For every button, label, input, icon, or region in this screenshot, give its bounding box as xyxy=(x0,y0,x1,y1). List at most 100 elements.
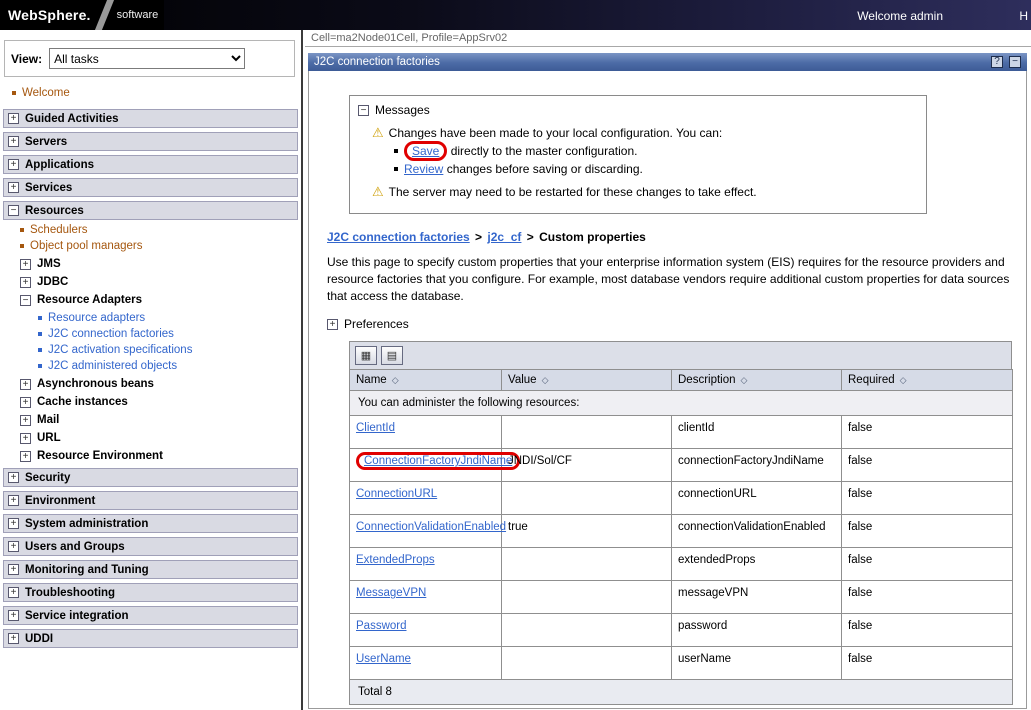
column-header-required[interactable]: Required ◇ xyxy=(842,370,1013,391)
logo-slash-icon xyxy=(94,0,115,32)
column-header-name[interactable]: Name◇ xyxy=(350,370,502,391)
expand-icon[interactable]: + xyxy=(8,113,19,124)
sidebar-section-monitoring-and-tuning[interactable]: + Monitoring and Tuning xyxy=(3,560,298,579)
scroll-table-button[interactable]: ▦ xyxy=(355,346,377,365)
expand-icon[interactable]: + xyxy=(8,587,19,598)
collapse-icon[interactable]: − xyxy=(8,205,19,216)
sidebar-link-j2c-administered-objects[interactable]: J2C administered objects xyxy=(48,360,177,372)
table-toolbar: ▦ ▤ xyxy=(349,341,1012,369)
property-link-connectionvalidationenabled[interactable]: ConnectionValidationEnabled xyxy=(356,521,506,533)
cell-required: false xyxy=(842,647,1013,680)
sidebar-section-applications[interactable]: + Applications xyxy=(3,155,298,174)
property-link-connectionfactoryjndiname[interactable]: ConnectionFactoryJndiName xyxy=(364,455,512,467)
sidebar-item-welcome[interactable]: Welcome xyxy=(12,87,301,99)
sidebar-item-asynchronous-beans[interactable]: +Asynchronous beans xyxy=(20,378,301,390)
sort-icon[interactable]: ◇ xyxy=(900,375,907,385)
sidebar-section-uddi[interactable]: +UDDI xyxy=(3,629,298,648)
sidebar-link-j2c-activation-specifications[interactable]: J2C activation specifications xyxy=(48,344,192,356)
expand-icon[interactable]: + xyxy=(20,277,31,288)
sidebar-item-resource-adapters[interactable]: −Resource Adapters xyxy=(20,294,301,306)
sort-icon[interactable]: ◇ xyxy=(542,375,549,385)
expand-icon[interactable]: + xyxy=(20,379,31,390)
portlet-minimize-icon[interactable]: − xyxy=(1009,56,1021,68)
property-link-username[interactable]: UserName xyxy=(356,653,411,665)
collapse-icon[interactable]: − xyxy=(20,295,31,306)
collapse-icon[interactable]: − xyxy=(358,105,369,116)
column-header-value[interactable]: Value◇ xyxy=(502,370,672,391)
property-link-connectionurl[interactable]: ConnectionURL xyxy=(356,488,437,500)
view-label: View: xyxy=(11,52,42,66)
expand-icon[interactable]: + xyxy=(20,259,31,270)
save-link[interactable]: Save xyxy=(412,144,439,158)
property-link-clientid[interactable]: ClientId xyxy=(356,422,395,434)
expand-icon[interactable]: + xyxy=(8,518,19,529)
cell-value xyxy=(502,482,672,515)
sidebar-item-jdbc[interactable]: +JDBC xyxy=(20,276,301,288)
sidebar-section-troubleshooting[interactable]: +Troubleshooting xyxy=(3,583,298,602)
expand-icon[interactable]: + xyxy=(8,564,19,575)
expand-icon[interactable]: + xyxy=(8,159,19,170)
expand-icon[interactable]: + xyxy=(8,633,19,644)
expand-icon[interactable]: + xyxy=(8,182,19,193)
sort-icon[interactable]: ◇ xyxy=(741,375,748,385)
sidebar-section-guided-activities[interactable]: +Guided Activities xyxy=(3,109,298,128)
filter-table-button[interactable]: ▤ xyxy=(381,346,403,365)
property-link-password[interactable]: Password xyxy=(356,620,407,632)
sidebar-item-j2c-connection-factories[interactable]: J2C connection factories xyxy=(38,328,301,340)
expand-icon[interactable]: + xyxy=(20,397,31,408)
sidebar-section-resources[interactable]: −Resources xyxy=(3,201,298,220)
sidebar-item-jms[interactable]: +JMS xyxy=(20,258,301,270)
expand-icon[interactable]: + xyxy=(8,495,19,506)
context-bar: Cell=ma2Node01Cell, Profile=AppSrv02 xyxy=(305,30,1031,47)
sidebar-link-welcome[interactable]: Welcome xyxy=(22,87,70,99)
sidebar-section-label: Applications xyxy=(25,159,94,171)
expand-icon[interactable]: + xyxy=(20,415,31,426)
sidebar-section-servers[interactable]: +Servers xyxy=(3,132,298,151)
expand-icon[interactable]: + xyxy=(8,610,19,621)
sidebar-item-object-pool-managers[interactable]: Object pool managers xyxy=(20,240,301,252)
sidebar-item-label: URL xyxy=(37,432,61,444)
expand-icon[interactable]: + xyxy=(327,319,338,330)
sidebar-link-schedulers[interactable]: Schedulers xyxy=(30,224,88,236)
sidebar-item-schedulers[interactable]: Schedulers xyxy=(20,224,301,236)
sidebar-section-label: System administration xyxy=(25,518,148,530)
breadcrumb-link-j2c-cf[interactable]: j2c_cf xyxy=(487,230,521,244)
sidebar-item-resource-environment[interactable]: +Resource Environment xyxy=(20,450,301,462)
sidebar-item-url[interactable]: + URL xyxy=(20,432,301,444)
property-link-extendedprops[interactable]: ExtendedProps xyxy=(356,554,435,566)
sidebar-item-mail[interactable]: +Mail xyxy=(20,414,301,426)
expand-icon[interactable]: + xyxy=(8,541,19,552)
table-total: Total 8 xyxy=(350,680,1013,705)
sidebar-section-service-integration[interactable]: +Service integration xyxy=(3,606,298,625)
sidebar-link-resource-adapters[interactable]: Resource adapters xyxy=(48,312,145,324)
review-link[interactable]: Review xyxy=(404,162,443,176)
breadcrumb-separator: > xyxy=(523,230,537,244)
portlet-help-icon[interactable]: ? xyxy=(991,56,1003,68)
expand-icon[interactable]: + xyxy=(8,472,19,483)
save-text: directly to the master configuration. xyxy=(451,144,638,158)
expand-icon[interactable]: + xyxy=(8,136,19,147)
sort-icon[interactable]: ◇ xyxy=(392,375,399,385)
sidebar-item-j2c-activation-specifications[interactable]: J2C activation specifications xyxy=(38,344,301,356)
sidebar-item-j2c-administered-objects[interactable]: J2C administered objects xyxy=(38,360,301,372)
sidebar-link-object-pool-managers[interactable]: Object pool managers xyxy=(30,240,143,252)
breadcrumb-link-j2c-connection-factories[interactable]: J2C connection factories xyxy=(327,230,470,244)
property-link-messagevpn[interactable]: MessageVPN xyxy=(356,587,426,599)
sidebar-section-security[interactable]: +Security xyxy=(3,468,298,487)
sidebar-item-resource-adapters[interactable]: Resource adapters xyxy=(38,312,301,324)
sidebar-section-services[interactable]: +Services xyxy=(3,178,298,197)
sidebar-section-environment[interactable]: +Environment xyxy=(3,491,298,510)
sidebar-section-system-administration[interactable]: + System administration xyxy=(3,514,298,533)
help-link[interactable]: H xyxy=(1019,9,1028,23)
view-select[interactable]: All tasks xyxy=(49,48,245,69)
sidebar-section-label: Monitoring and Tuning xyxy=(25,564,149,576)
expand-icon[interactable]: + xyxy=(20,433,31,444)
sidebar-section-users-and-groups[interactable]: +Users and Groups xyxy=(3,537,298,556)
sidebar-item-cache-instances[interactable]: +Cache instances xyxy=(20,396,301,408)
expand-icon[interactable]: + xyxy=(20,451,31,462)
cell-value xyxy=(502,548,672,581)
sidebar-link-j2c-connection-factories[interactable]: J2C connection factories xyxy=(48,328,174,340)
preferences-toggle[interactable]: + Preferences xyxy=(327,317,1014,331)
column-label: Required xyxy=(848,374,895,386)
column-header-description[interactable]: Description◇ xyxy=(672,370,842,391)
